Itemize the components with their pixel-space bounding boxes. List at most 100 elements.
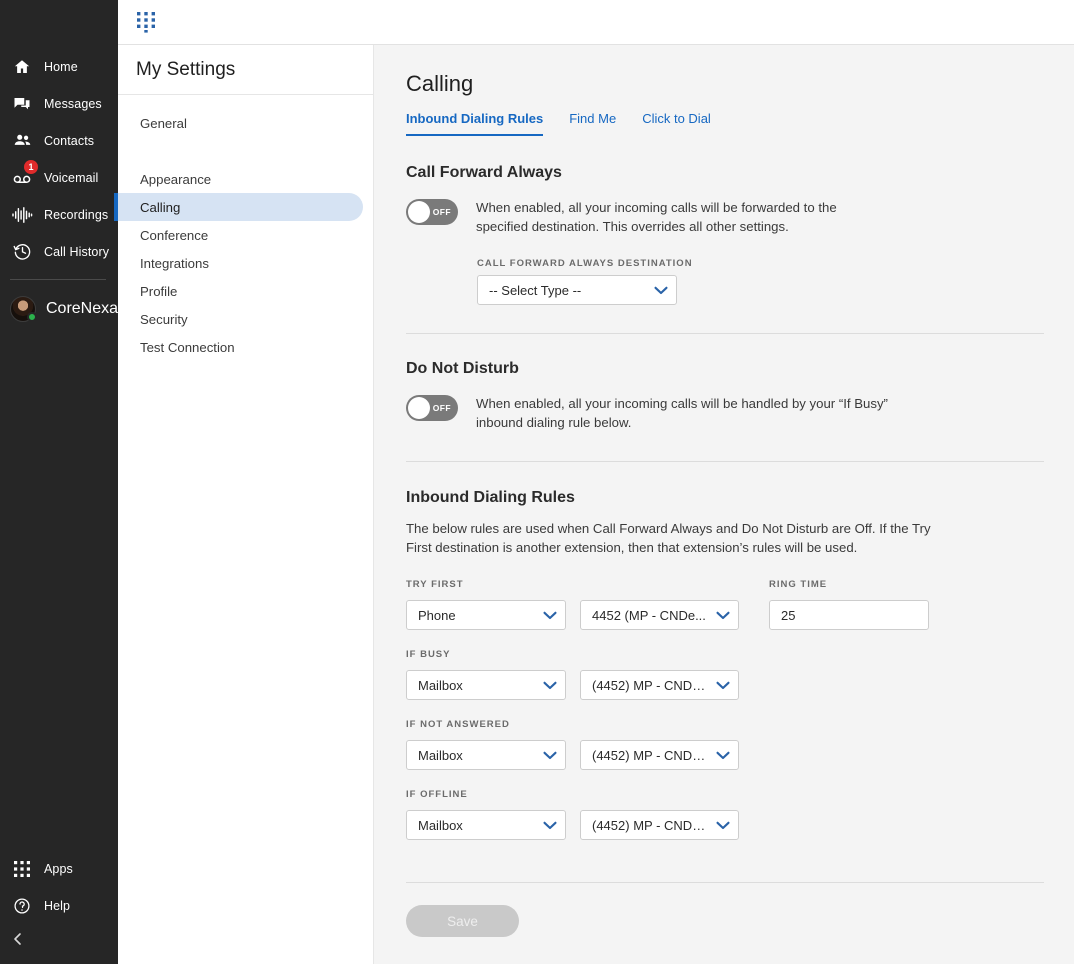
settings-nav-row: Appearance	[118, 165, 373, 193]
sidebar-item-conference[interactable]: Conference	[118, 221, 373, 249]
dialpad-icon[interactable]	[136, 11, 158, 33]
rule-label-if-busy: IF BUSY	[406, 649, 451, 660]
call-forward-always-toggle[interactable]: OFF	[406, 199, 458, 225]
section-title-do-not-disturb: Do Not Disturb	[406, 360, 519, 377]
chevron-down-icon	[716, 818, 730, 833]
do-not-disturb-toggle[interactable]: OFF	[406, 395, 458, 421]
sidebar-item-integrations[interactable]: Integrations	[118, 249, 373, 277]
nav-item-recordings[interactable]: Recordings	[0, 196, 118, 233]
settings-header: My Settings	[118, 45, 373, 95]
nav-item-help[interactable]: Help	[0, 887, 118, 924]
tab-inbound-dialing-rules[interactable]: Inbound Dialing Rules	[406, 111, 544, 136]
presence-dot-online	[27, 312, 37, 322]
settings-title: My Settings	[136, 58, 236, 80]
call-history-icon	[10, 240, 34, 264]
if-busy-destination-select[interactable]: (4452) MP - CNDe...	[580, 670, 739, 700]
collapse-rail-button[interactable]	[0, 924, 118, 958]
select-value: (4452) MP - CNDe...	[592, 747, 710, 763]
settings-nav-row: Calling	[114, 193, 373, 221]
chevron-down-icon	[654, 283, 668, 298]
nav-item-messages[interactable]: Messages	[0, 85, 118, 122]
section-divider	[406, 882, 1044, 883]
rule-label-try-first: TRY FIRST	[406, 579, 464, 590]
rule-labels-try-first: TRY FIRST RING TIME	[406, 579, 1044, 596]
nav-item-contacts[interactable]: Contacts	[0, 122, 118, 159]
call-forward-always-destination-label: CALL FORWARD ALWAYS DESTINATION	[477, 258, 693, 269]
sidebar-label-general: General	[140, 115, 187, 131]
try-first-type-select[interactable]: Phone	[406, 600, 566, 630]
do-not-disturb-description: When enabled, all your incoming calls wi…	[476, 396, 888, 430]
rule-labels-if-not-answered: IF NOT ANSWERED	[406, 719, 1044, 736]
nav-label-messages: Messages	[44, 96, 102, 111]
inbound-dialing-rules-description: The below rules are used when Call Forwa…	[406, 521, 931, 555]
settings-nav-row: Test Connection	[118, 333, 373, 361]
primary-nav-rail: Home Messages Contacts 1 Voicemail Recor…	[0, 0, 118, 964]
input-value: 25	[781, 607, 796, 623]
settings-nav-row: Integrations	[118, 249, 373, 277]
chevron-down-icon	[543, 748, 557, 763]
rail-nav-items: Home Messages Contacts 1 Voicemail Recor…	[0, 0, 118, 329]
rule-group-try-first: TRY FIRST RING TIME Phone 4452 (MP - CND…	[406, 579, 1044, 630]
sidebar-label-security: Security	[140, 311, 188, 327]
home-icon	[10, 55, 34, 79]
if-busy-type-select[interactable]: Mailbox	[406, 670, 566, 700]
nav-label-help: Help	[44, 898, 71, 913]
chevron-down-icon	[716, 678, 730, 693]
sidebar-item-appearance[interactable]: Appearance	[118, 165, 373, 193]
sidebar-label-appearance: Appearance	[140, 171, 212, 187]
rail-bottom-items: Apps Help	[0, 850, 118, 964]
select-value: Mailbox	[418, 677, 463, 693]
try-first-destination-select[interactable]: 4452 (MP - CNDe...	[580, 600, 739, 630]
ring-time-label: RING TIME	[769, 579, 828, 590]
rule-group-if-offline: IF OFFLINE Mailbox (4452) MP - CNDe...	[406, 789, 1044, 840]
settings-nav-row: Security	[118, 305, 373, 333]
call-forward-always-destination-group: CALL FORWARD ALWAYS DESTINATION -- Selec…	[477, 258, 1044, 305]
tab-label: Find Me	[569, 111, 617, 126]
call-forward-always-destination-select[interactable]: -- Select Type --	[477, 275, 677, 305]
settings-nav-row: Conference	[118, 221, 373, 249]
do-not-disturb-toggle-row: OFF When enabled, all your incoming call…	[406, 394, 1044, 432]
nav-item-apps[interactable]: Apps	[0, 850, 118, 887]
if-not-answered-destination-select[interactable]: (4452) MP - CNDe...	[580, 740, 739, 770]
nav-item-home[interactable]: Home	[0, 48, 118, 85]
save-button-wrap: Save	[406, 905, 1044, 937]
sidebar-item-test-connection[interactable]: Test Connection	[118, 333, 373, 361]
rail-divider	[10, 279, 106, 280]
sidebar-item-calling[interactable]: Calling	[114, 193, 363, 221]
recordings-icon	[10, 203, 34, 227]
chevron-down-icon	[543, 678, 557, 693]
nav-item-voicemail[interactable]: 1 Voicemail	[0, 159, 118, 196]
user-profile-entry[interactable]: CoreNexa	[0, 289, 118, 329]
right-column: My Settings General Appearance Calling C…	[114, 0, 1074, 964]
nav-label-apps: Apps	[44, 861, 73, 876]
select-value: (4452) MP - CNDe...	[592, 677, 710, 693]
sidebar-item-security[interactable]: Security	[118, 305, 373, 333]
ring-time-input[interactable]: 25	[769, 600, 929, 630]
tab-click-to-dial[interactable]: Click to Dial	[642, 111, 711, 136]
if-offline-type-select[interactable]: Mailbox	[406, 810, 566, 840]
rule-row-if-busy: Mailbox (4452) MP - CNDe...	[406, 670, 1044, 700]
nav-label-voicemail: Voicemail	[44, 170, 99, 185]
settings-nav-row	[118, 137, 373, 165]
call-forward-always-description: When enabled, all your incoming calls wi…	[476, 200, 837, 234]
section-divider	[406, 461, 1044, 462]
section-divider	[406, 333, 1044, 334]
sidebar-item-profile[interactable]: Profile	[118, 277, 373, 305]
nav-label-contacts: Contacts	[44, 133, 95, 148]
if-offline-destination-select[interactable]: (4452) MP - CNDe...	[580, 810, 739, 840]
tab-find-me[interactable]: Find Me	[569, 111, 616, 136]
chevron-down-icon	[716, 608, 730, 623]
save-button[interactable]: Save	[406, 905, 519, 937]
user-name-label: CoreNexa	[46, 300, 119, 317]
call-forward-always-toggle-row: OFF When enabled, all your incoming call…	[406, 198, 1044, 236]
nav-item-call-history[interactable]: Call History	[0, 233, 118, 270]
nav-label-home: Home	[44, 59, 78, 74]
section-title-inbound-dialing-rules: Inbound Dialing Rules	[406, 489, 575, 506]
if-not-answered-type-select[interactable]: Mailbox	[406, 740, 566, 770]
sidebar-label-integrations: Integrations	[140, 255, 209, 271]
body-row: My Settings General Appearance Calling C…	[114, 45, 1074, 964]
sidebar-label-conference: Conference	[140, 227, 209, 243]
sidebar-item-general[interactable]: General	[118, 109, 373, 137]
chevron-left-icon	[12, 932, 24, 951]
rule-group-if-not-answered: IF NOT ANSWERED Mailbox (4452) MP - CNDe…	[406, 719, 1044, 770]
